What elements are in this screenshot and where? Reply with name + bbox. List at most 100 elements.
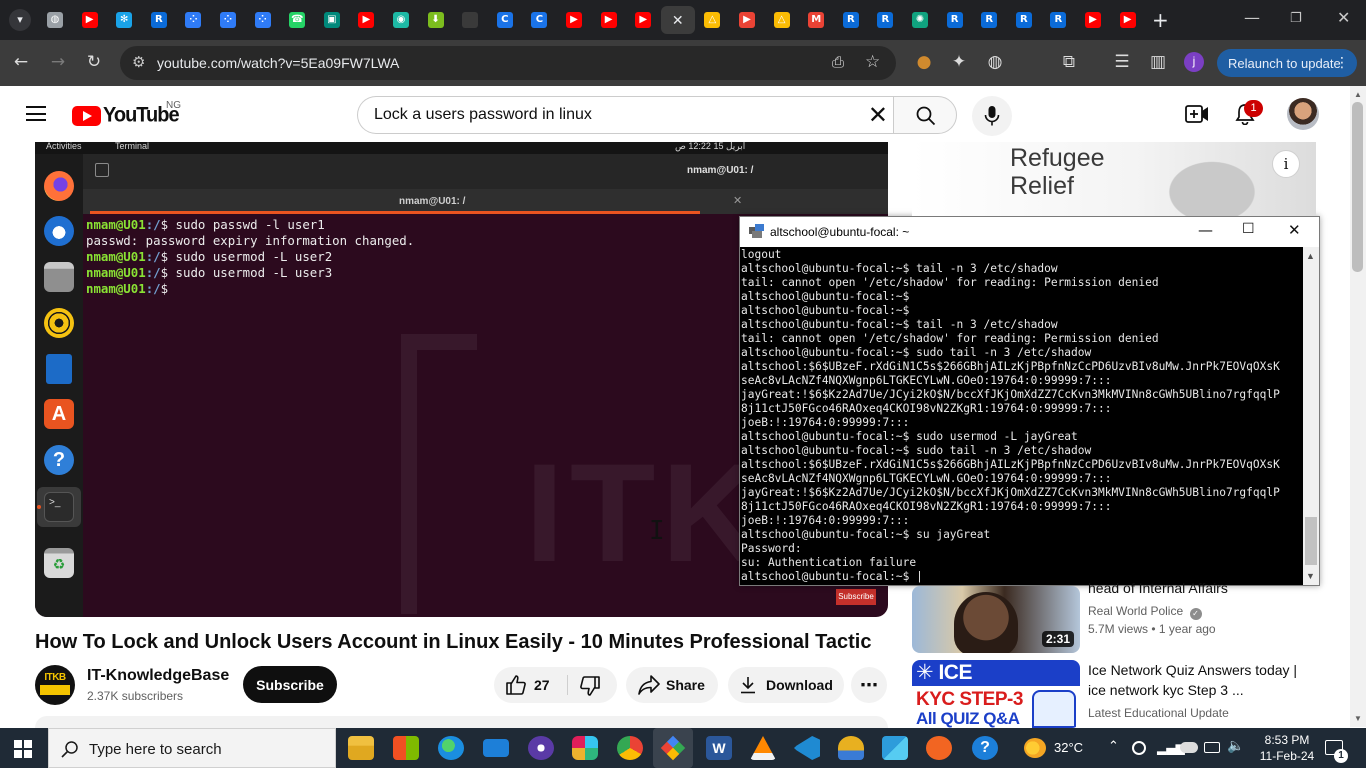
ssh-scroll-up-icon[interactable]: ▲ xyxy=(1306,251,1315,261)
photos-icon[interactable] xyxy=(882,736,908,760)
browser-tab[interactable]: △ xyxy=(695,6,729,34)
onedrive-icon[interactable] xyxy=(1180,742,1198,753)
ssh-close-button[interactable]: ✕ xyxy=(1288,221,1301,239)
ssh-window-titlebar[interactable]: altschool@ubuntu-focal: ~ — ☐ ✕ xyxy=(740,217,1319,247)
address-bar-url[interactable]: youtube.com/watch?v=5Ea09FW7LWA xyxy=(157,55,399,71)
close-window-button[interactable]: ✕ xyxy=(1337,8,1350,27)
weather-icon[interactable] xyxy=(1024,738,1046,758)
bookmark-star-icon[interactable]: ☆ xyxy=(865,52,880,72)
thumbs-down-icon[interactable] xyxy=(580,676,600,696)
browser-tab[interactable]: ▶ xyxy=(592,6,626,34)
ssh-maximize-button[interactable]: ☐ xyxy=(1242,221,1255,237)
battery-icon[interactable] xyxy=(1204,742,1220,753)
browser-tab[interactable]: △ xyxy=(765,6,799,34)
browser-tab[interactable]: ⁘ xyxy=(176,6,210,34)
back-arrow-icon[interactable]: ← xyxy=(10,52,32,72)
browser-tab[interactable]: R xyxy=(938,6,972,34)
weather-temperature[interactable]: 32°C xyxy=(1054,740,1083,755)
page-scrollbar[interactable]: ▲ ▼ xyxy=(1350,86,1366,727)
channel-avatar[interactable]: ITKB xyxy=(35,665,75,705)
related-video-channel[interactable]: Latest Educational Update xyxy=(1088,706,1229,720)
browser-tab[interactable]: C xyxy=(522,6,556,34)
channel-name[interactable]: Real World Police xyxy=(1088,604,1183,618)
extension-icon[interactable]: ◍ xyxy=(984,52,1006,72)
vscode-icon[interactable] xyxy=(794,736,820,760)
ssh-scrollbar-thumb[interactable] xyxy=(1305,517,1317,565)
hamburger-menu-icon[interactable] xyxy=(26,106,46,121)
browser-tab[interactable]: R xyxy=(834,6,868,34)
extensions-puzzle-icon[interactable]: ⧉ xyxy=(1058,52,1080,72)
browser-tab[interactable]: R xyxy=(1007,6,1041,34)
account-avatar[interactable] xyxy=(1287,98,1319,130)
download-button[interactable]: Download xyxy=(728,667,844,703)
browser-tab[interactable]: ▶ xyxy=(1076,6,1110,34)
kebab-menu-icon[interactable]: ⋮ xyxy=(1335,54,1349,71)
browser-tab[interactable]: ⁘ xyxy=(246,6,280,34)
reload-icon[interactable]: ↻ xyxy=(83,52,105,72)
browser-tab[interactable]: R xyxy=(1041,6,1075,34)
channel-name[interactable]: IT-KnowledgeBase xyxy=(87,667,229,685)
ssh-scrollbar[interactable]: ▲ ▼ xyxy=(1303,247,1319,585)
address-bar[interactable]: ⚙ youtube.com/watch?v=5Ea09FW7LWA ⎙ ☆ xyxy=(120,46,896,80)
browser-tab[interactable]: ⬇ xyxy=(419,6,453,34)
subscribe-button[interactable]: Subscribe xyxy=(243,666,337,703)
forward-arrow-icon[interactable]: → xyxy=(47,52,69,72)
extension-icon[interactable]: ✦ xyxy=(948,52,970,72)
related-video-title[interactable]: head of Internal Affairs xyxy=(1088,578,1316,598)
browser-tab[interactable]: ☎ xyxy=(280,6,314,34)
new-tab-button[interactable]: + xyxy=(1152,8,1169,32)
minimize-window-button[interactable]: — xyxy=(1244,8,1260,27)
tab-search-button[interactable]: ▾ xyxy=(9,9,31,31)
create-video-icon[interactable] xyxy=(1185,105,1209,123)
mail-icon[interactable] xyxy=(483,739,509,757)
chrome-taskbar-icon[interactable] xyxy=(617,736,643,760)
browser-tab[interactable]: ▶ xyxy=(626,6,660,34)
close-tab-icon[interactable]: ✕ xyxy=(672,12,684,29)
browser-tab[interactable]: ▣ xyxy=(315,6,349,34)
taskbar-clock[interactable]: 8:53 PM 11-Feb-24 xyxy=(1252,732,1322,764)
like-count[interactable]: 27 xyxy=(534,677,550,693)
search-button[interactable] xyxy=(893,96,957,134)
related-video-title[interactable]: Ice Network Quiz Answers today | ice net… xyxy=(1088,660,1316,700)
help-taskbar-icon[interactable]: ? xyxy=(972,736,998,760)
related-video-item[interactable]: ✳ ICE NETWORK KYC STEP-3 All QUIZ Q&A Ic… xyxy=(912,660,1316,728)
install-app-icon[interactable]: ⎙ xyxy=(832,53,844,71)
profile-avatar[interactable]: j xyxy=(1184,52,1204,72)
browser-tab[interactable]: ✺ xyxy=(903,6,937,34)
site-info-icon[interactable]: ⚙ xyxy=(132,53,145,71)
related-video-thumbnail[interactable]: 2:31 xyxy=(912,586,1080,653)
related-video-thumbnail[interactable]: ✳ ICE NETWORK KYC STEP-3 All QUIZ Q&A xyxy=(912,660,1080,728)
related-video-item[interactable]: 2:31 head of Internal Affairs Real World… xyxy=(912,576,1316,656)
search-input[interactable]: Lock a users password in linux ✕ xyxy=(357,96,894,134)
browser-tab[interactable] xyxy=(453,6,487,34)
browser-tab[interactable]: ▶ xyxy=(730,6,764,34)
more-actions-button[interactable]: ⋯ xyxy=(851,667,887,703)
youtube-logo[interactable]: YouTube NG xyxy=(72,100,181,127)
cookie-extension-icon[interactable]: ● xyxy=(913,52,935,72)
side-panel-icon[interactable]: ▥ xyxy=(1147,52,1169,72)
scroll-down-arrow-icon[interactable]: ▼ xyxy=(1354,714,1362,723)
browser-tab[interactable]: R xyxy=(972,6,1006,34)
relaunch-to-update-button[interactable]: Relaunch to update ⋮ xyxy=(1217,49,1357,77)
edge-icon[interactable] xyxy=(438,736,464,760)
browser-tab-active[interactable]: ✕ xyxy=(660,6,695,34)
media-control-icon[interactable]: ☰ xyxy=(1111,52,1133,72)
clear-search-icon[interactable]: ✕ xyxy=(868,101,888,129)
browser-tab[interactable]: ▶ xyxy=(557,6,591,34)
browser-tab[interactable]: ▶ xyxy=(349,6,383,34)
app-icon[interactable] xyxy=(528,736,554,760)
tray-overflow-icon[interactable]: ⌃ xyxy=(1108,739,1119,754)
file-explorer-icon[interactable] xyxy=(348,736,374,760)
browser-tab[interactable]: ✻ xyxy=(107,6,141,34)
app-icon[interactable] xyxy=(926,736,952,760)
search-query-text[interactable]: Lock a users password in linux xyxy=(374,106,592,124)
browser-tab[interactable]: R xyxy=(142,6,176,34)
voice-search-button[interactable] xyxy=(972,96,1012,136)
related-video-channel[interactable]: Real World Police ✓ xyxy=(1088,604,1202,620)
browser-tab[interactable]: ▶ xyxy=(73,6,107,34)
ad-info-icon[interactable]: i xyxy=(1272,150,1300,178)
share-button[interactable]: Share xyxy=(626,667,718,703)
browser-tab[interactable]: R xyxy=(868,6,902,34)
thumbs-up-icon[interactable] xyxy=(506,675,526,695)
app-icon[interactable] xyxy=(838,736,864,760)
